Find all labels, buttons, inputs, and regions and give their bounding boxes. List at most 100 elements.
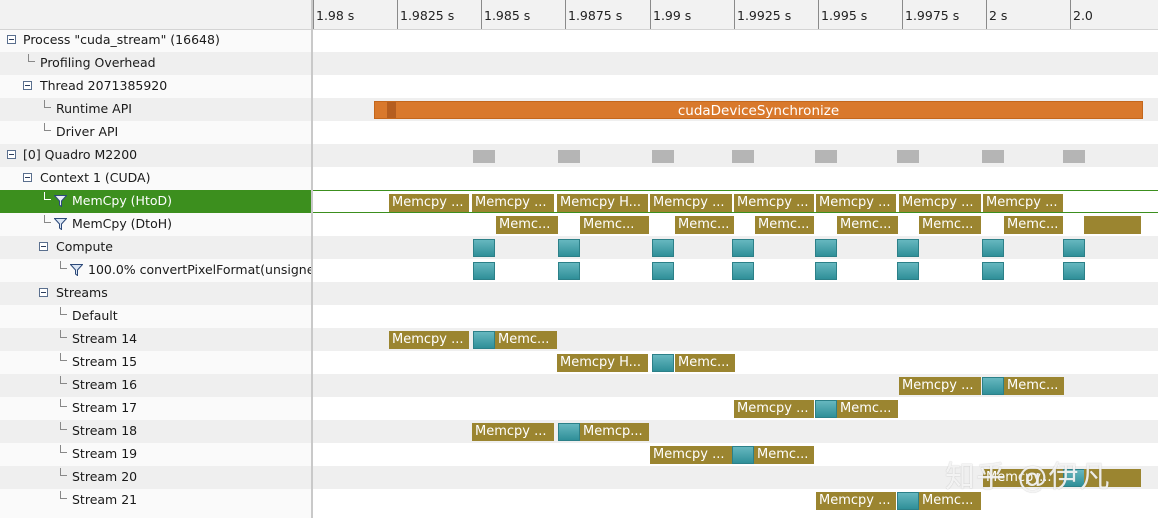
tree-row-compute[interactable]: Compute — [0, 236, 311, 259]
memcpy-dtoh-bar[interactable]: Memc... — [755, 216, 814, 234]
kernel-bar[interactable] — [558, 262, 580, 280]
memcpy-dtoh-bar[interactable]: Memc... — [580, 216, 649, 234]
collapse-toggle-icon[interactable] — [23, 81, 32, 90]
memcpy-dtoh-bar[interactable]: Memc... — [1004, 216, 1063, 234]
tree-row-streams[interactable]: Streams — [0, 282, 311, 305]
filter-icon — [54, 218, 67, 230]
kernel-bar[interactable] — [815, 400, 837, 418]
memcpy-htod-bar[interactable]: Memcpy ... — [472, 194, 554, 212]
memcpy-dtoh-bar[interactable]: Memc... — [837, 216, 898, 234]
memcpy-dtoh-bar[interactable]: Memc... — [495, 331, 557, 349]
memcpy-dtoh-bar[interactable]: Memc... — [1004, 377, 1064, 395]
memcpy-dtoh-bar[interactable]: Memc... — [675, 354, 735, 372]
kernel-bar[interactable] — [982, 262, 1004, 280]
memcpy-dtoh-bar[interactable] — [1084, 216, 1141, 234]
kernel-bar[interactable] — [732, 262, 754, 280]
collapse-toggle-icon[interactable] — [7, 35, 16, 44]
kernel-bar[interactable] — [1063, 239, 1085, 257]
memcpy-dtoh-bar[interactable]: Memc... — [754, 446, 814, 464]
runtime-call-marker[interactable] — [387, 102, 396, 118]
runtime-call-label: cudaDeviceSynchronize — [677, 103, 840, 119]
tree-row-stream-19[interactable]: Stream 19 — [0, 443, 311, 466]
tree-label: Driver API — [56, 124, 119, 139]
tree-row-driver-api[interactable]: Driver API — [0, 121, 311, 144]
device-activity-bar[interactable] — [732, 150, 754, 163]
device-activity-bar[interactable] — [982, 150, 1004, 163]
collapse-toggle-icon[interactable] — [39, 288, 48, 297]
device-activity-bar[interactable] — [558, 150, 580, 163]
tree-row-stream-18[interactable]: Stream 18 — [0, 420, 311, 443]
tree-row-kernel[interactable]: 100.0% convertPixelFormat(unsigne... — [0, 259, 311, 282]
kernel-bar[interactable] — [473, 239, 495, 257]
kernel-bar[interactable] — [473, 262, 495, 280]
kernel-bar[interactable] — [1063, 262, 1085, 280]
kernel-bar[interactable] — [652, 262, 674, 280]
bar-label: Memcpy ... — [986, 195, 1058, 210]
memcpy-htod-bar[interactable]: Memcpy ... — [472, 423, 554, 441]
device-activity-bar[interactable] — [1063, 150, 1085, 163]
tree-row-stream-20[interactable]: Stream 20 — [0, 466, 311, 489]
kernel-bar[interactable] — [558, 239, 580, 257]
memcpy-htod-bar[interactable]: Memcpy ... — [650, 446, 732, 464]
device-activity-bar[interactable] — [897, 150, 919, 163]
memcpy-htod-bar[interactable]: Memcpy ... — [899, 194, 981, 212]
device-activity-bar[interactable] — [473, 150, 495, 163]
collapse-toggle-icon[interactable] — [7, 150, 16, 159]
tree-label: MemCpy (HtoD) — [72, 193, 173, 208]
memcpy-htod-bar[interactable]: Memcpy ... — [983, 194, 1063, 212]
tree-row-context[interactable]: Context 1 (CUDA) — [0, 167, 311, 190]
kernel-bar[interactable] — [982, 239, 1004, 257]
kernel-bar[interactable] — [652, 239, 674, 257]
tree-row-stream-15[interactable]: Stream 15 — [0, 351, 311, 374]
kernel-bar[interactable] — [473, 331, 495, 349]
kernel-bar[interactable] — [897, 492, 919, 510]
memcpy-dtoh-bar[interactable]: Memc... — [496, 216, 558, 234]
kernel-bar[interactable] — [982, 377, 1004, 395]
device-activity-bar[interactable] — [652, 150, 674, 163]
memcpy-dtoh-bar[interactable]: Memc... — [919, 216, 981, 234]
collapse-toggle-icon[interactable] — [23, 173, 32, 182]
tree-row-thread[interactable]: Thread 2071385920 — [0, 75, 311, 98]
tree-branch-icon — [60, 307, 67, 315]
memcpy-htod-bar[interactable]: Memcpy ... — [816, 194, 896, 212]
kernel-bar[interactable] — [732, 446, 754, 464]
tree-row-stream-17[interactable]: Stream 17 — [0, 397, 311, 420]
kernel-bar[interactable] — [815, 262, 837, 280]
tree-branch-icon — [44, 215, 51, 223]
kernel-bar[interactable] — [652, 354, 674, 372]
runtime-call-bar[interactable]: cudaDeviceSynchronize — [374, 101, 1143, 119]
kernel-bar[interactable] — [897, 262, 919, 280]
memcpy-htod-bar[interactable]: Memcpy ... — [389, 194, 469, 212]
tree-row-profiling-overhead[interactable]: Profiling Overhead — [0, 52, 311, 75]
tree-row-process[interactable]: Process "cuda_stream" (16648) — [0, 29, 311, 52]
tree-row-stream-16[interactable]: Stream 16 — [0, 374, 311, 397]
filter-icon — [70, 264, 83, 276]
tree-row-default-stream[interactable]: Default — [0, 305, 311, 328]
collapse-toggle-icon[interactable] — [39, 242, 48, 251]
memcpy-htod-bar[interactable]: Memcpy ... — [816, 492, 896, 510]
tree-row-memcpy-htod[interactable]: MemCpy (HtoD) — [0, 190, 311, 213]
memcpy-htod-bar[interactable]: Memcpy ... — [899, 377, 981, 395]
memcpy-htod-bar[interactable]: Memcpy H... — [557, 354, 648, 372]
tree-row-runtime-api[interactable]: Runtime API — [0, 98, 311, 121]
tree-row-stream-21[interactable]: Stream 21 — [0, 489, 311, 512]
tree-row-memcpy-dtoh[interactable]: MemCpy (DtoH) — [0, 213, 311, 236]
device-activity-bar[interactable] — [815, 150, 837, 163]
memcpy-htod-bar[interactable]: Memcpy H... — [557, 194, 648, 212]
memcpy-dtoh-bar[interactable]: Memcp... — [580, 423, 649, 441]
kernel-bar[interactable] — [897, 239, 919, 257]
memcpy-htod-bar[interactable]: Memcpy ... — [389, 331, 469, 349]
ruler-tick-label: 1.9925 s — [737, 8, 792, 23]
memcpy-htod-bar[interactable]: Memcpy ... — [734, 194, 814, 212]
memcpy-htod-bar[interactable]: Memcpy ... — [650, 194, 732, 212]
memcpy-dtoh-bar[interactable]: Memc... — [675, 216, 734, 234]
memcpy-dtoh-bar[interactable]: Memc... — [837, 400, 898, 418]
time-ruler[interactable]: 1.98 s 1.9825 s 1.985 s 1.9875 s 1.99 s … — [313, 0, 1158, 30]
kernel-bar[interactable] — [815, 239, 837, 257]
kernel-bar[interactable] — [732, 239, 754, 257]
memcpy-htod-bar[interactable]: Memcpy ... — [734, 400, 814, 418]
tree-row-device[interactable]: [0] Quadro M2200 — [0, 144, 311, 167]
kernel-bar[interactable] — [558, 423, 580, 441]
tree-row-stream-14[interactable]: Stream 14 — [0, 328, 311, 351]
lane-default-stream — [313, 305, 1158, 328]
